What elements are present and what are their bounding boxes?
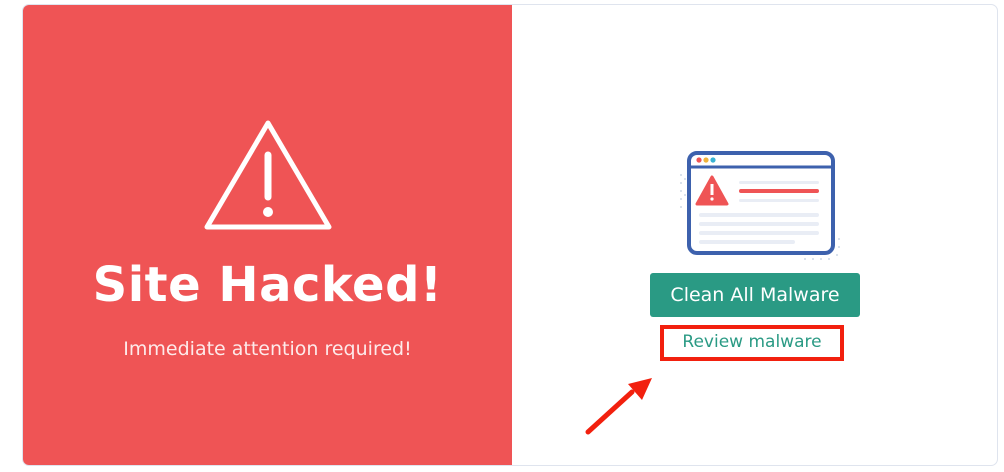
- malware-status-card: Site Hacked! Immediate attention require…: [22, 4, 998, 466]
- status-subtitle: Immediate attention required!: [123, 338, 412, 360]
- hacked-status-panel: Site Hacked! Immediate attention require…: [23, 5, 512, 465]
- clean-all-malware-button[interactable]: Clean All Malware: [650, 273, 860, 317]
- warning-triangle-icon: [204, 120, 332, 230]
- review-malware-link[interactable]: Review malware: [660, 325, 844, 361]
- page-title: Site Hacked!: [92, 257, 443, 313]
- actions-panel: Clean All Malware Review malware: [512, 5, 997, 465]
- page: Site Hacked! Immediate attention require…: [0, 0, 1004, 472]
- browser-warning-illustration: [680, 151, 840, 260]
